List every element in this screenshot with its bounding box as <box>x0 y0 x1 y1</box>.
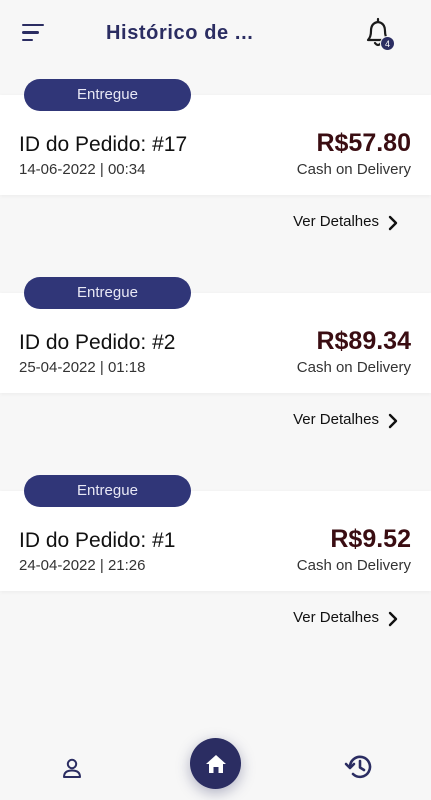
view-details-label: Ver Detalhes <box>293 410 379 428</box>
view-details-label: Ver Detalhes <box>293 212 379 230</box>
order-price: R$57.80 <box>316 129 411 157</box>
order-id: ID do Pedido: #2 <box>19 331 176 354</box>
order-date: 24-04-2022 | 21:26 <box>19 557 146 574</box>
status-badge: Entregue <box>24 277 191 309</box>
view-details-label: Ver Detalhes <box>293 608 379 626</box>
chevron-right-icon <box>388 215 398 231</box>
order-price: R$9.52 <box>330 525 411 553</box>
page-title: Histórico de ... <box>106 22 254 44</box>
order-date: 14-06-2022 | 00:34 <box>19 161 146 178</box>
notification-badge: 4 <box>380 36 395 51</box>
view-details-link[interactable]: Ver Detalhes <box>293 409 399 429</box>
history-icon[interactable] <box>344 752 374 782</box>
status-badge: Entregue <box>24 79 191 111</box>
home-icon <box>205 754 226 773</box>
order-id: ID do Pedido: #17 <box>19 133 188 156</box>
home-button[interactable] <box>190 738 241 789</box>
user-icon[interactable] <box>60 756 84 780</box>
order-id: ID do Pedido: #1 <box>19 529 176 552</box>
chevron-right-icon <box>388 611 398 627</box>
order-date: 25-04-2022 | 01:18 <box>19 359 146 376</box>
bottom-navigation <box>0 736 431 800</box>
app-header: Histórico de ... 4 <box>0 0 431 70</box>
chevron-right-icon <box>388 413 398 429</box>
view-details-link[interactable]: Ver Detalhes <box>293 211 399 231</box>
menu-icon[interactable] <box>22 24 48 46</box>
status-badge: Entregue <box>24 475 191 507</box>
order-price: R$89.34 <box>316 327 411 355</box>
payment-method: Cash on Delivery <box>296 557 411 574</box>
view-details-link[interactable]: Ver Detalhes <box>293 607 399 627</box>
payment-method: Cash on Delivery <box>296 161 411 178</box>
payment-method: Cash on Delivery <box>296 359 411 376</box>
